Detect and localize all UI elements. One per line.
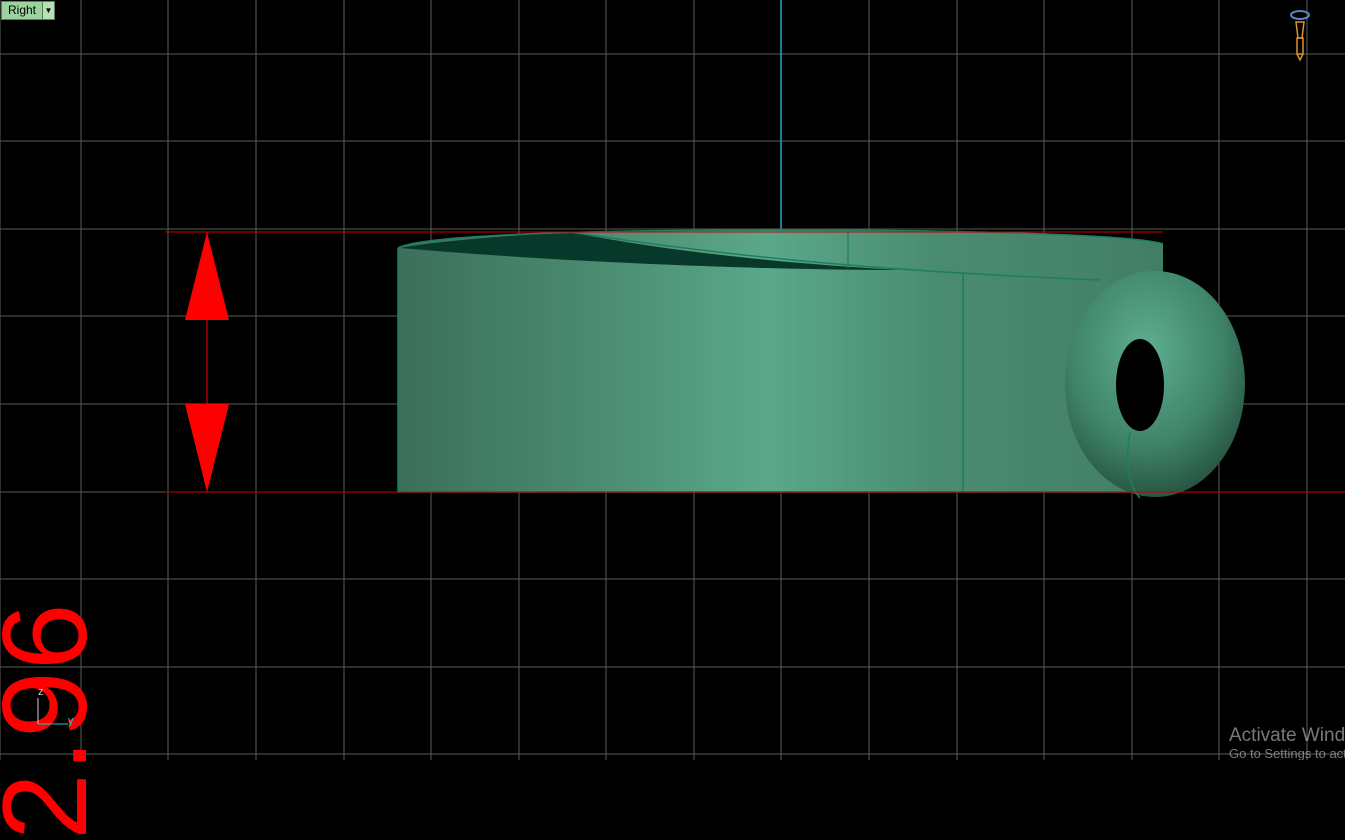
camera-target-icon[interactable] <box>1285 8 1315 66</box>
activation-watermark: Activate Windows Go to Settings to activ… <box>1229 725 1345 760</box>
viewport-title-button[interactable]: Right ▼ <box>1 1 56 20</box>
dimension-arrow-top <box>185 232 229 320</box>
watermark-line2: Go to Settings to activate Windows. <box>1229 746 1345 761</box>
dimension-arrow-bottom <box>185 404 229 492</box>
ring-band[interactable] <box>397 229 1164 493</box>
axis-triad: z y <box>30 686 80 731</box>
viewport-right[interactable]: 2.96 Right ▼ z y Activate Windows Go to … <box>0 0 1345 840</box>
axis-z-label: z <box>38 686 44 698</box>
viewport-name: Right <box>8 3 37 17</box>
viewport-canvas[interactable] <box>0 0 1345 760</box>
bail-torus[interactable] <box>1065 271 1245 499</box>
axis-y-label: y <box>68 715 74 727</box>
watermark-line1: Activate Windows <box>1229 725 1345 746</box>
chevron-down-icon[interactable]: ▼ <box>42 2 55 19</box>
